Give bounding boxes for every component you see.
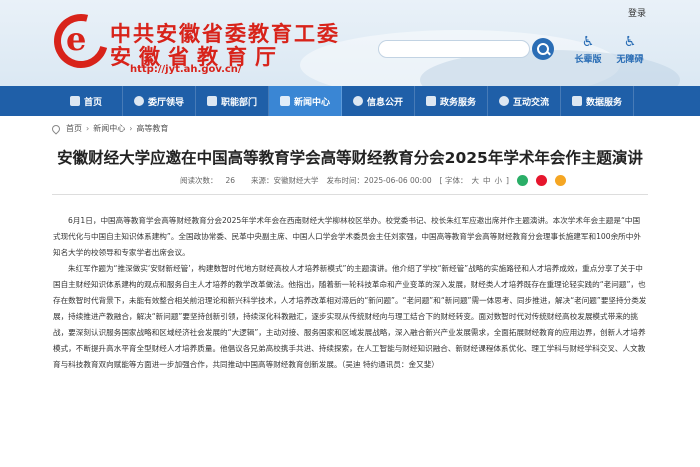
article-paragraph: 朱红军作题为“推深做实‘安财新经管’，构建数智时代地方财经高校人才培养新模式”的… — [53, 264, 647, 369]
font-size-label: [ 字体： — [439, 176, 468, 185]
nav-label: 政务服务 — [439, 97, 476, 108]
search-input[interactable] — [378, 40, 530, 58]
font-size-close: ] — [505, 176, 509, 185]
article-paragraph: 6月1日，中国高等教育学会高等财经教育分会2025年学术年会在西南财经大学柳林校… — [53, 216, 641, 257]
nav-item-home[interactable]: 首页 — [50, 86, 123, 116]
search-icon[interactable] — [532, 38, 554, 60]
views-value: 26 — [225, 176, 236, 185]
accessibility-icon: ♿ — [623, 34, 637, 50]
site-header: e 中共安徽省委教育工委 安徽省教育厅 http://jyt.ah.gov.cn… — [0, 0, 700, 86]
leader-icon — [133, 96, 144, 106]
qzone-share-icon[interactable] — [554, 175, 566, 186]
login-link[interactable]: 登录 — [628, 6, 646, 19]
main-nav: 首页 委厅领导 职能部门 新闻中心 信息公开 政务服务 互动交流 数据服务 — [0, 86, 700, 116]
wechat-share-icon[interactable] — [516, 175, 528, 186]
article-meta: 阅读次数： 26 来源：安徽财经大学 发布时间：2025-06-06 00:00 … — [180, 175, 574, 186]
data-icon — [571, 96, 582, 106]
nav-label: 信息公开 — [366, 97, 403, 108]
article-body: 6月1日，中国高等教育学会高等财经教育分会2025年学术年会在西南财经大学柳林校… — [53, 213, 647, 373]
nav-label: 新闻中心 — [293, 97, 330, 108]
department-icon — [206, 96, 217, 106]
publish-date: 发布时间：2025-06-06 00:00 — [326, 176, 432, 185]
nav-label: 数据服务 — [585, 97, 622, 108]
location-pin-icon — [50, 122, 62, 135]
breadcrumb-separator: › — [86, 124, 90, 133]
nav-label: 首页 — [83, 97, 102, 108]
title-divider — [52, 194, 648, 195]
nav-label: 职能部门 — [220, 97, 257, 108]
font-size-medium[interactable]: 中 — [483, 175, 491, 186]
elder-mode-label: 长辈版 — [574, 55, 602, 65]
nav-item-services[interactable]: 政务服务 — [415, 86, 488, 116]
article-source: 来源：安徽财经大学 — [251, 176, 319, 185]
nav-item-data[interactable]: 数据服务 — [561, 86, 634, 116]
elder-mode-button[interactable]: ♿ 长辈版 — [568, 34, 608, 65]
nav-label: 互动交流 — [512, 97, 549, 108]
breadcrumb-item[interactable]: 新闻中心 — [93, 123, 125, 134]
logo-letter-icon: e — [66, 20, 87, 58]
news-icon — [279, 96, 290, 106]
font-size-small[interactable]: 小 — [494, 175, 502, 186]
views-count: 阅读次数： 26 — [180, 175, 243, 186]
nav-item-interact[interactable]: 互动交流 — [488, 86, 561, 116]
article-title: 安徽财经大学应邀在中国高等教育学会高等财经教育分会2025年学术年会作主题演讲 — [57, 149, 643, 167]
accessibility-label: 无障碍 — [616, 55, 644, 65]
breadcrumb-separator: › — [129, 124, 133, 133]
breadcrumb: 首页 › 新闻中心 › 高等教育 — [50, 122, 168, 135]
elder-icon: ♿ — [581, 34, 595, 50]
info-icon — [352, 96, 363, 106]
accessibility-button[interactable]: ♿ 无障碍 — [610, 34, 650, 65]
breadcrumb-item[interactable]: 首页 — [66, 123, 82, 134]
nav-item-departments[interactable]: 职能部门 — [196, 86, 269, 116]
site-url: http://jyt.ah.gov.cn/ — [130, 64, 242, 75]
nav-item-info[interactable]: 信息公开 — [342, 86, 415, 116]
breadcrumb-item[interactable]: 高等教育 — [136, 123, 168, 134]
nav-label: 委厅领导 — [147, 97, 184, 108]
nav-item-news[interactable]: 新闻中心 — [269, 86, 342, 116]
service-icon — [425, 96, 436, 106]
nav-item-leaders[interactable]: 委厅领导 — [123, 86, 196, 116]
font-size-large[interactable]: 大 — [471, 175, 479, 186]
weibo-share-icon[interactable] — [535, 175, 547, 186]
interact-icon — [498, 96, 509, 106]
views-label: 阅读次数： — [180, 176, 218, 185]
home-icon — [69, 96, 80, 106]
